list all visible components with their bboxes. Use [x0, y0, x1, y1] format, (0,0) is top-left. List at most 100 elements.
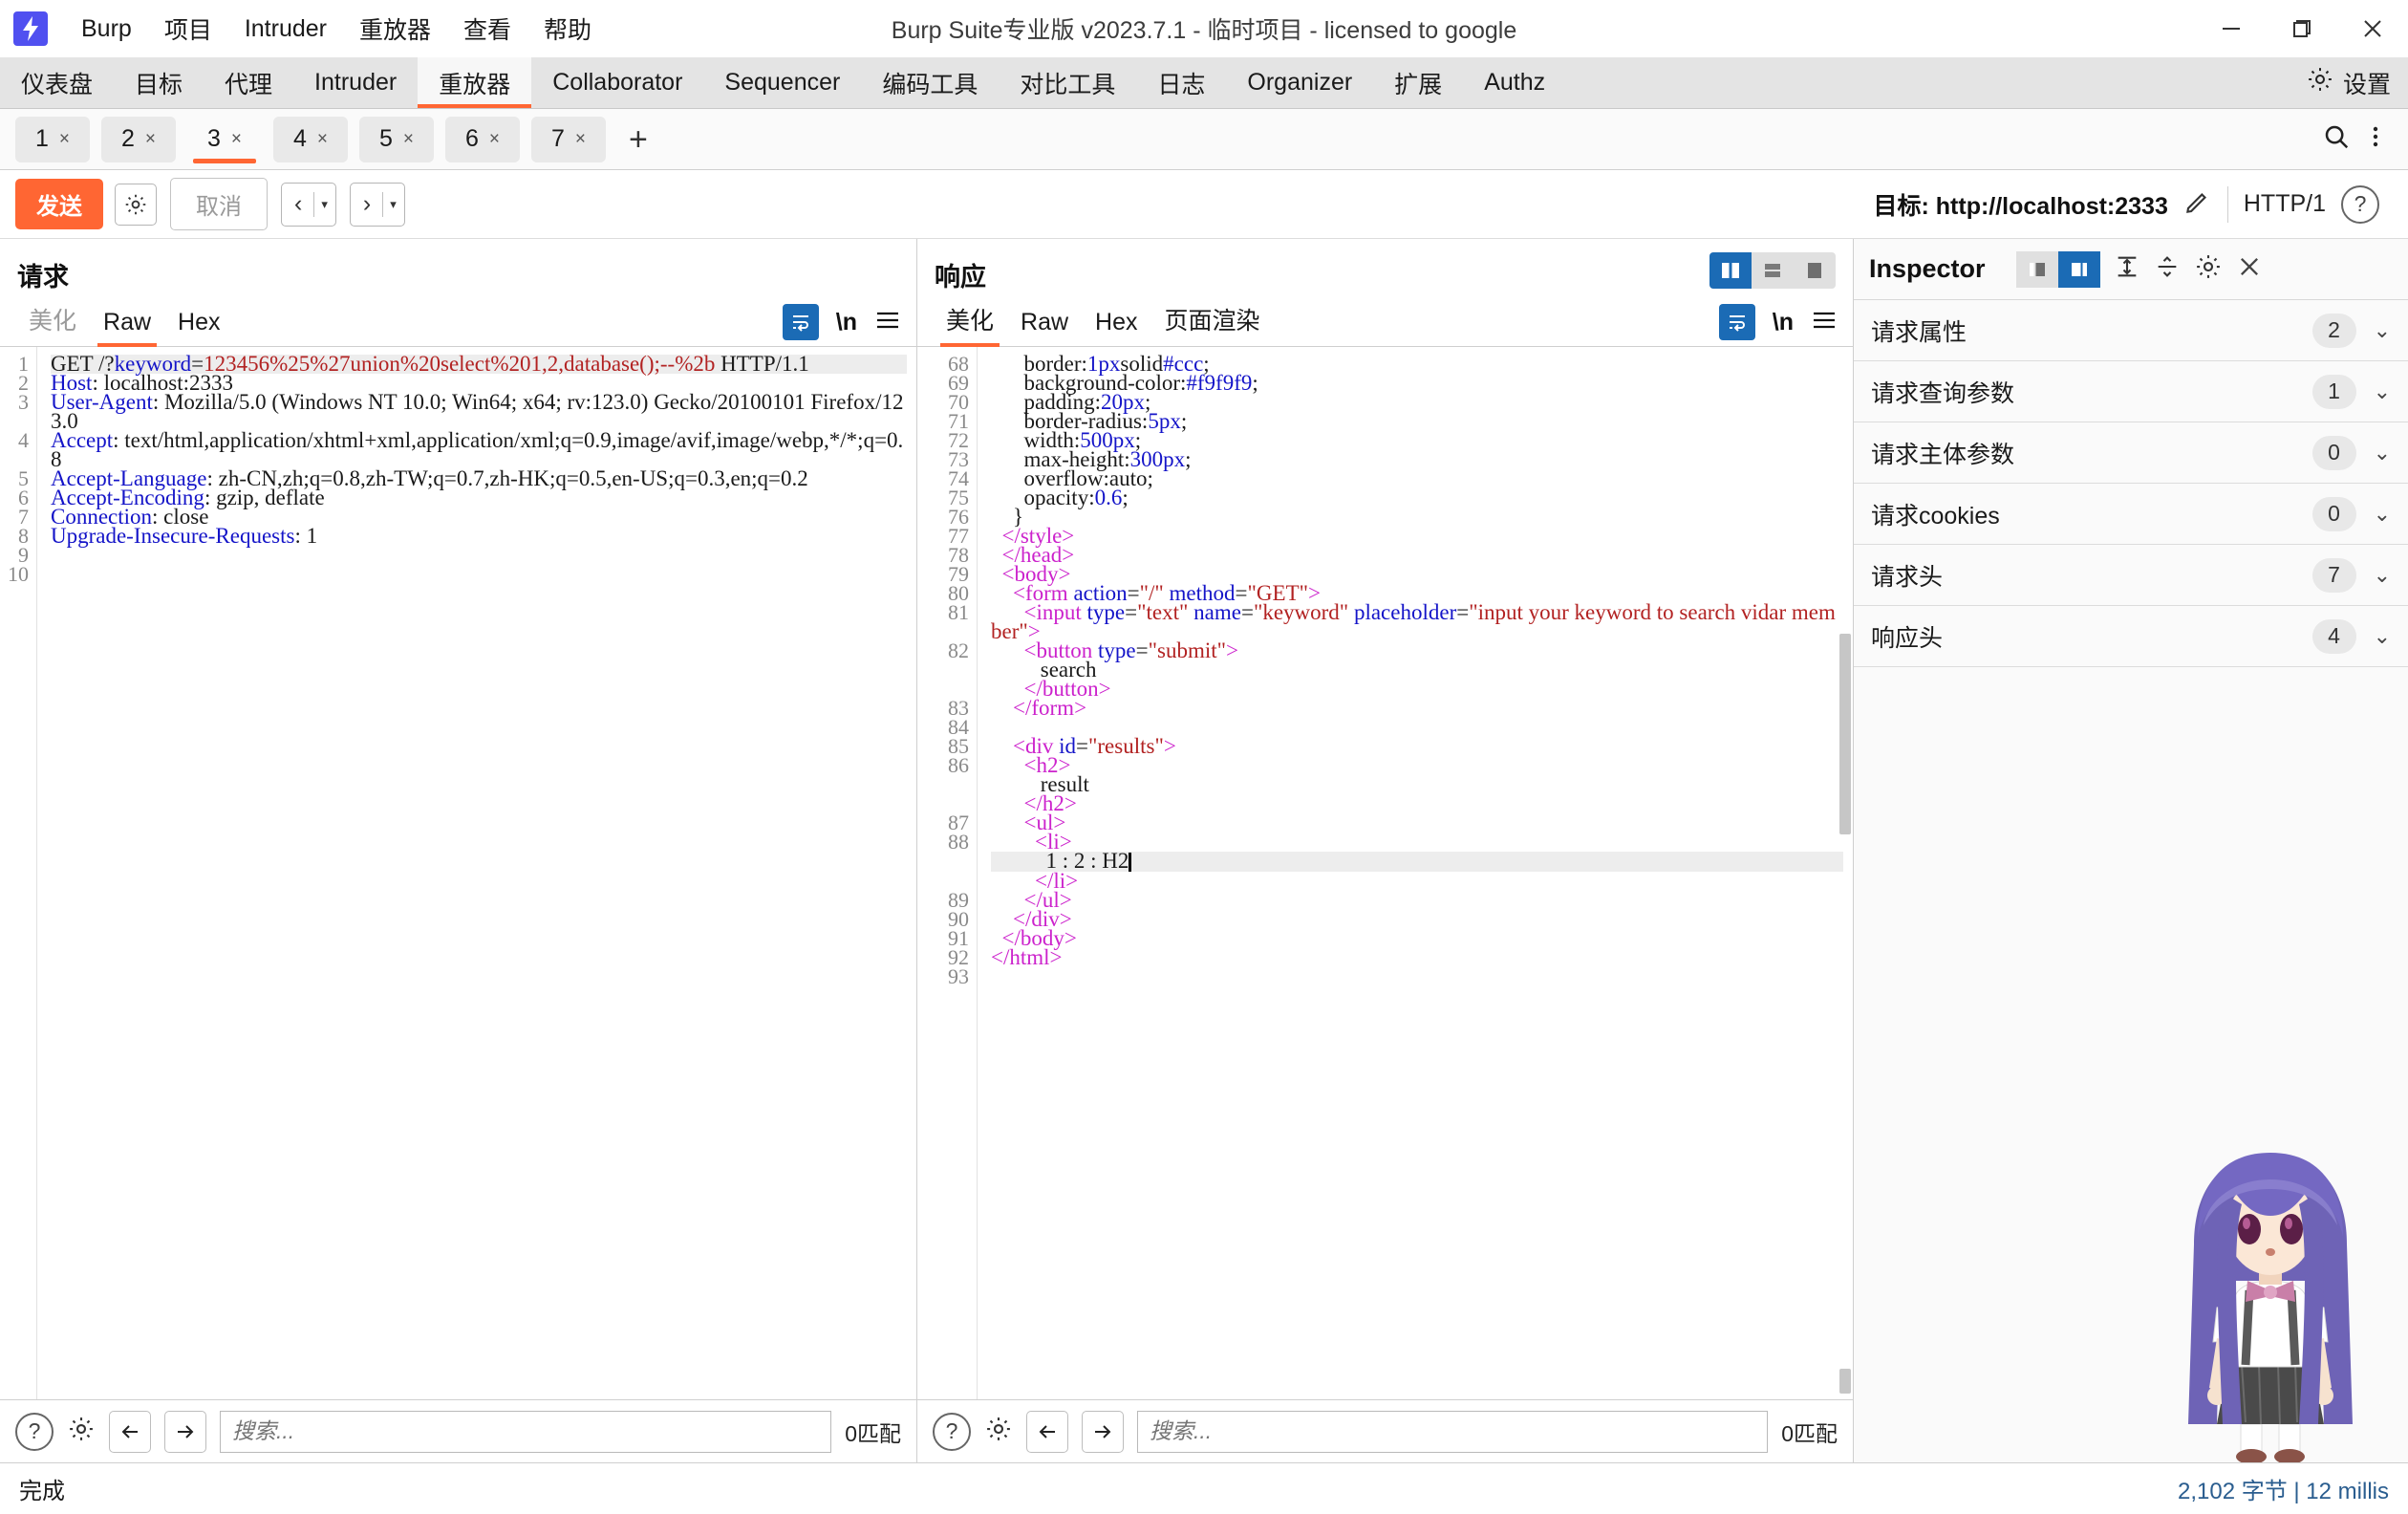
- main-tab-intruder[interactable]: Intruder: [293, 57, 418, 108]
- code-line[interactable]: </style>: [991, 525, 1843, 547]
- code-line[interactable]: </html>: [991, 946, 1843, 968]
- cancel-button[interactable]: 取消: [170, 178, 268, 230]
- help-icon[interactable]: ?: [15, 1412, 54, 1451]
- code-line[interactable]: <input type="text" name="keyword" placeh…: [991, 601, 1843, 642]
- two-column-layout-icon[interactable]: [1709, 252, 1752, 289]
- minimize-icon[interactable]: [2196, 0, 2267, 57]
- code-line[interactable]: Upgrade-Insecure-Requests: 1: [51, 525, 907, 547]
- stacked-layout-icon[interactable]: [1752, 252, 1794, 289]
- expand-all-icon[interactable]: [2114, 253, 2140, 285]
- code-line[interactable]: Accept: text/html,application/xhtml+xml,…: [51, 429, 907, 470]
- main-tab-proxy[interactable]: 代理: [204, 57, 293, 108]
- code-line[interactable]: [51, 546, 907, 565]
- code-line[interactable]: <ul>: [991, 811, 1843, 833]
- inspector-section-request-cookies[interactable]: 请求cookies 0 ⌄: [1854, 484, 2408, 545]
- main-tab-dashboard[interactable]: 仪表盘: [0, 57, 114, 108]
- main-tab-logger[interactable]: 日志: [1136, 57, 1226, 108]
- tab-request-hex[interactable]: Hex: [164, 309, 233, 346]
- chevron-down-icon[interactable]: ⌄: [2374, 624, 2391, 649]
- repeater-tab-1[interactable]: 1 ×: [15, 116, 90, 162]
- tab-response-hex[interactable]: Hex: [1082, 309, 1150, 346]
- repeater-tab-2[interactable]: 2 ×: [101, 116, 176, 162]
- newline-toggle[interactable]: \n: [836, 309, 857, 336]
- panel-right-icon[interactable]: [2057, 250, 2100, 288]
- response-editor[interactable]: 68 69 70 71 72 73 74 75 76 77 78 79 80 81 82 83 84 85 86 87…: [917, 347, 1853, 1399]
- request-code[interactable]: GET /?keyword=123456%25%27union%20select…: [36, 347, 916, 1399]
- search-icon[interactable]: [2322, 122, 2351, 156]
- search-next-button[interactable]: [164, 1410, 206, 1453]
- code-line[interactable]: </button>: [991, 678, 1843, 700]
- chevron-down-icon[interactable]: ⌄: [2374, 318, 2391, 343]
- code-line[interactable]: <button type="submit">: [991, 639, 1843, 661]
- menu-burp[interactable]: Burp: [65, 15, 148, 43]
- response-scrollbar[interactable]: [1839, 634, 1851, 834]
- repeater-tab-3[interactable]: 3 ×: [187, 116, 262, 163]
- inspector-section-body-parameters[interactable]: 请求主体参数 0 ⌄: [1854, 422, 2408, 484]
- main-tab-sequencer[interactable]: Sequencer: [703, 57, 861, 108]
- close-icon[interactable]: ×: [145, 129, 156, 150]
- chevron-down-icon[interactable]: ⌄: [2374, 441, 2391, 465]
- word-wrap-icon[interactable]: [1718, 304, 1755, 340]
- close-icon[interactable]: [2337, 0, 2408, 57]
- main-tab-authz[interactable]: Authz: [1463, 57, 1566, 108]
- close-icon[interactable]: ×: [317, 129, 328, 150]
- code-line[interactable]: </ul>: [991, 889, 1843, 911]
- forward-nav-button[interactable]: › ▾: [349, 182, 405, 227]
- menu-repeater[interactable]: 重放器: [343, 11, 447, 46]
- edit-pencil-icon[interactable]: [2183, 187, 2212, 221]
- chevron-down-icon[interactable]: ⌄: [2374, 563, 2391, 588]
- response-scroll-thumb[interactable]: [1839, 1369, 1851, 1394]
- panel-left-icon[interactable]: [2015, 250, 2058, 288]
- repeater-tab-6[interactable]: 6 ×: [445, 116, 520, 162]
- repeater-tab-4[interactable]: 4 ×: [273, 116, 348, 162]
- inspector-section-query-parameters[interactable]: 请求查询参数 1 ⌄: [1854, 361, 2408, 422]
- code-line[interactable]: <h2>: [991, 754, 1843, 776]
- back-nav-button[interactable]: ‹ ▾: [281, 182, 336, 227]
- menu-view[interactable]: 查看: [447, 11, 527, 46]
- close-icon[interactable]: [2236, 253, 2263, 285]
- main-tab-comparer[interactable]: 对比工具: [999, 57, 1136, 108]
- send-options-gear-icon[interactable]: [115, 183, 157, 226]
- tab-response-render[interactable]: 页面渲染: [1151, 302, 1274, 346]
- search-prev-button[interactable]: [1026, 1410, 1068, 1453]
- code-line[interactable]: search: [991, 659, 1843, 681]
- main-tab-repeater[interactable]: 重放器: [418, 57, 532, 108]
- request-menu-icon[interactable]: [874, 308, 901, 337]
- code-line[interactable]: </div>: [991, 908, 1843, 930]
- settings-button[interactable]: 设置: [2306, 65, 2391, 100]
- menu-intruder[interactable]: Intruder: [228, 15, 343, 43]
- response-search-input[interactable]: [1137, 1410, 1769, 1453]
- code-line[interactable]: </h2>: [991, 792, 1843, 814]
- main-tab-extensions[interactable]: 扩展: [1373, 57, 1463, 108]
- newline-toggle[interactable]: \n: [1773, 309, 1794, 336]
- search-prev-button[interactable]: [109, 1410, 151, 1453]
- help-icon[interactable]: ?: [933, 1412, 971, 1451]
- close-icon[interactable]: ×: [59, 129, 70, 150]
- repeater-tab-5[interactable]: 5 ×: [359, 116, 434, 162]
- code-line[interactable]: User-Agent: Mozilla/5.0 (Windows NT 10.0…: [51, 391, 907, 432]
- close-icon[interactable]: ×: [403, 129, 414, 150]
- single-layout-icon[interactable]: [1794, 252, 1836, 289]
- main-tab-collaborator[interactable]: Collaborator: [531, 57, 703, 108]
- chevron-down-icon[interactable]: ▾: [321, 197, 328, 212]
- menu-project[interactable]: 项目: [148, 11, 228, 46]
- menu-help[interactable]: 帮助: [527, 11, 608, 46]
- code-line[interactable]: [51, 565, 907, 584]
- code-line[interactable]: </form>: [991, 697, 1843, 719]
- code-line[interactable]: </li>: [991, 870, 1843, 892]
- inspector-section-request-headers[interactable]: 请求头 7 ⌄: [1854, 545, 2408, 606]
- gear-icon[interactable]: [67, 1415, 96, 1448]
- code-line[interactable]: result: [991, 773, 1843, 795]
- close-icon[interactable]: ×: [575, 129, 586, 150]
- chevron-down-icon[interactable]: ▾: [390, 197, 397, 212]
- add-tab-button[interactable]: +: [612, 123, 665, 156]
- main-tab-organizer[interactable]: Organizer: [1226, 57, 1373, 108]
- gear-icon[interactable]: [984, 1415, 1013, 1448]
- inspector-section-request-attributes[interactable]: 请求属性 2 ⌄: [1854, 300, 2408, 361]
- response-menu-icon[interactable]: [1811, 308, 1838, 337]
- chevron-down-icon[interactable]: ⌄: [2374, 502, 2391, 527]
- repeater-tab-7[interactable]: 7 ×: [531, 116, 606, 162]
- word-wrap-icon[interactable]: [782, 304, 819, 340]
- code-line[interactable]: </head>: [991, 544, 1843, 566]
- response-code[interactable]: border:1pxsolid#ccc; background-color:#f…: [977, 347, 1853, 1399]
